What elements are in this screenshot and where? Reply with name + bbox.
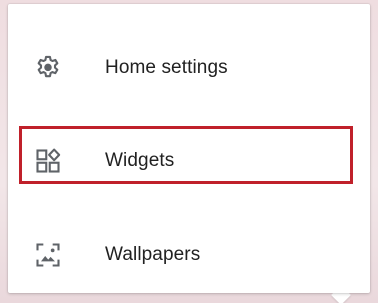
widgets-icon	[34, 147, 62, 175]
wallpaper-icon	[34, 241, 62, 269]
menu-item-home-settings[interactable]: Home settings	[8, 40, 370, 96]
menu-item-wallpapers[interactable]: Wallpapers	[8, 227, 370, 283]
menu-item-label: Wallpapers	[105, 244, 201, 265]
home-popup-menu: Home settings Widgets Wallpapers	[8, 4, 370, 293]
menu-item-label: Widgets	[105, 150, 175, 171]
menu-item-widgets[interactable]: Widgets	[8, 133, 370, 189]
gear-icon	[34, 54, 62, 82]
menu-item-label: Home settings	[105, 57, 228, 78]
screen-background: Home settings Widgets Wallpapers	[0, 0, 378, 303]
